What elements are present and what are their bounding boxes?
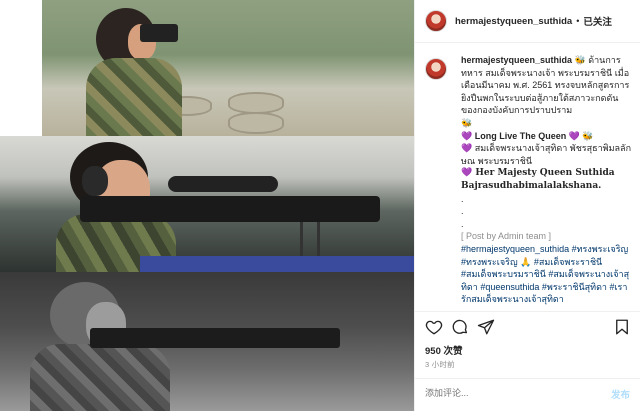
shooter-body (30, 344, 170, 411)
tire-prop (228, 92, 284, 114)
header-separator: • (576, 16, 580, 26)
bookmark-icon[interactable] (613, 318, 631, 336)
divider (415, 311, 640, 312)
post-comment-button[interactable]: 发布 (611, 387, 630, 401)
pistol (140, 24, 178, 42)
header-username[interactable]: hermajestyqueen_suthida (455, 16, 572, 27)
follow-button[interactable]: 已关注 (583, 14, 612, 28)
comment-input[interactable] (425, 385, 595, 401)
post-header: hermajestyqueen_suthida • 已关注 (415, 0, 640, 43)
caption-dot: . (461, 218, 464, 229)
caption-english-name: 💜 Her Majesty Queen Suthida Bajrasudhabi… (461, 168, 615, 191)
caption-username[interactable]: hermajestyqueen_suthida (461, 55, 572, 65)
caption-avatar[interactable] (425, 58, 447, 80)
post-panel: hermajestyqueen_suthida • 已关注 hermajesty… (414, 0, 640, 411)
caption-area: hermajestyqueen_suthida 🐝 ด้านการทหาร สม… (425, 54, 635, 312)
rifle (90, 328, 340, 348)
post-photo-2 (0, 136, 414, 272)
action-bar (425, 318, 631, 336)
divider (415, 378, 640, 379)
caption-long-live: 💜 Long Live The Queen 💜 🐝 (461, 130, 594, 141)
shooting-table (140, 256, 414, 272)
share-icon[interactable] (477, 318, 495, 336)
ear-protector (82, 166, 108, 196)
caption-hashtags[interactable]: #hermajestyqueen_suthida #ทรงพระเจริญ #ท… (461, 243, 635, 306)
caption-dot: . (461, 206, 464, 217)
caption-text: hermajestyqueen_suthida 🐝 ด้านการทหาร สม… (461, 54, 635, 306)
caption-dot: . (461, 193, 464, 204)
shooter-body (86, 58, 182, 136)
post-photo-1 (42, 0, 414, 136)
comment-icon[interactable] (451, 318, 469, 336)
caption-post-by: [ Post by Admin team ] (461, 231, 552, 242)
avatar[interactable] (425, 10, 447, 32)
heart-icon[interactable] (425, 318, 443, 336)
post-photo-3 (0, 272, 414, 411)
post-media[interactable] (0, 0, 414, 411)
rifle-scope (168, 176, 278, 192)
like-count[interactable]: 950 次赞 (425, 343, 463, 357)
tire-prop (228, 112, 284, 134)
rifle (80, 196, 380, 222)
caption-bee: 🐝 (461, 117, 473, 128)
caption-thai-name: 💜 สมเด็จพระนางเจ้าสุทิดา พัชรสุธาพิมลลัก… (461, 143, 632, 166)
post-timestamp[interactable]: 3 小时前 (425, 359, 455, 370)
